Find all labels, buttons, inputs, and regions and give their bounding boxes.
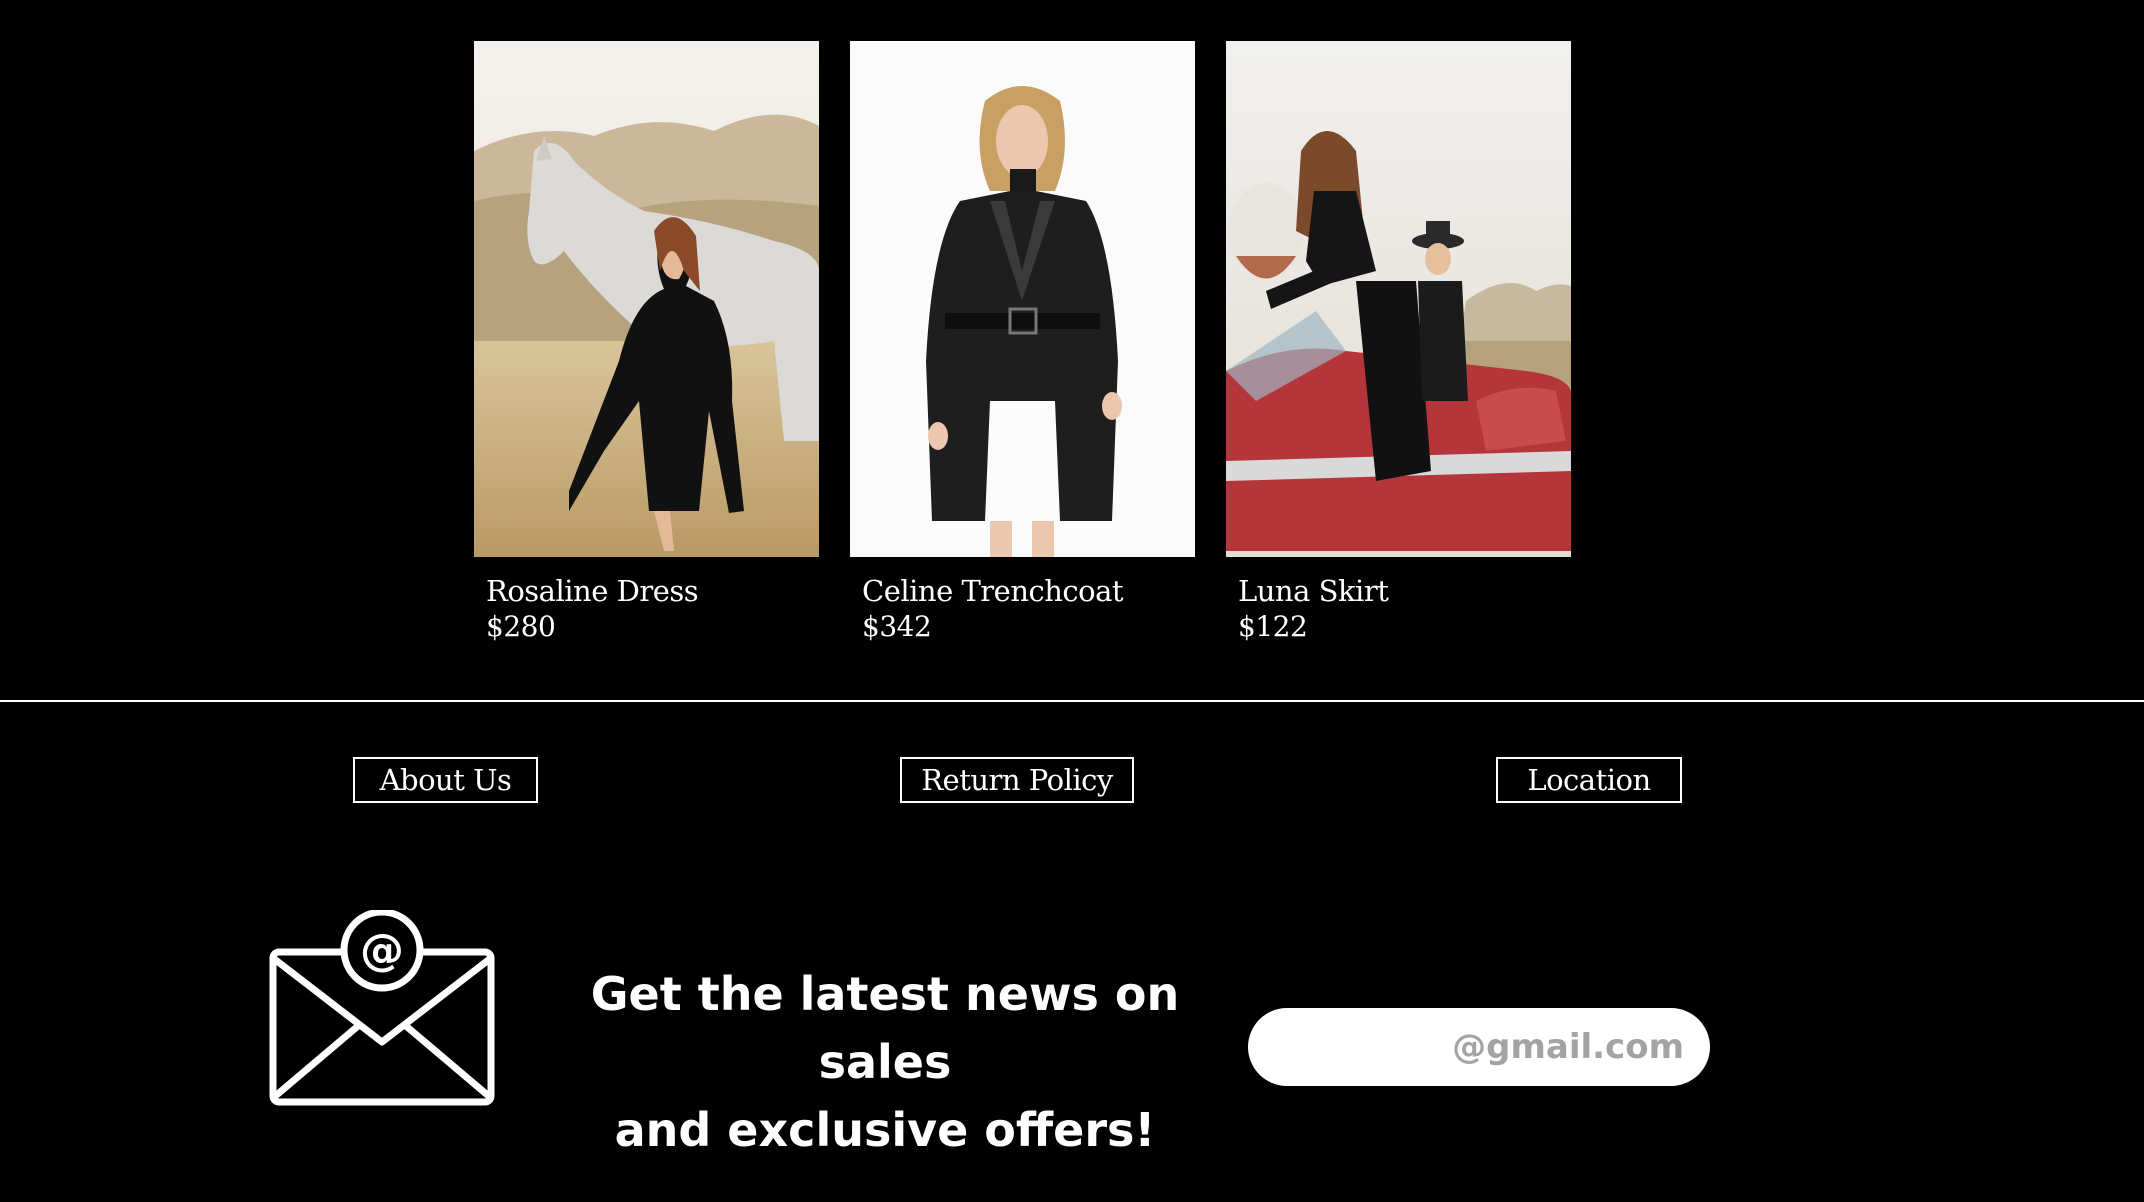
product-card[interactable]: Celine Trenchcoat $342 — [850, 41, 1195, 645]
newsletter-line-1: Get the latest news on sales — [590, 967, 1180, 1089]
newsletter-heading: Get the latest news on sales and exclusi… — [540, 960, 1230, 1164]
page: Rosaline Dress $280 Celine Trenchcoat $3… — [0, 0, 2144, 1202]
mail-at-icon: @ — [268, 910, 496, 1110]
product-image-luna-skirt[interactable] — [1226, 41, 1571, 557]
product-name[interactable]: Celine Trenchcoat — [862, 573, 1195, 609]
product-image-rosaline-dress[interactable] — [474, 41, 819, 557]
location-button[interactable]: Location — [1496, 757, 1682, 803]
svg-text:@: @ — [360, 925, 404, 976]
product-price: $342 — [862, 610, 932, 643]
about-us-button[interactable]: About Us — [353, 757, 538, 803]
product-name[interactable]: Luna Skirt — [1238, 573, 1571, 609]
product-name[interactable]: Rosaline Dress — [486, 573, 819, 609]
product-card[interactable]: Luna Skirt $122 — [1226, 41, 1571, 645]
newsletter-line-2: and exclusive offers! — [614, 1103, 1156, 1157]
section-divider — [0, 700, 2144, 702]
product-price: $280 — [486, 610, 556, 643]
product-image-celine-trenchcoat[interactable] — [850, 41, 1195, 557]
product-price: $122 — [1238, 610, 1308, 643]
return-policy-button[interactable]: Return Policy — [900, 757, 1134, 803]
product-card[interactable]: Rosaline Dress $280 — [474, 41, 819, 645]
email-input[interactable] — [1248, 1008, 1710, 1086]
